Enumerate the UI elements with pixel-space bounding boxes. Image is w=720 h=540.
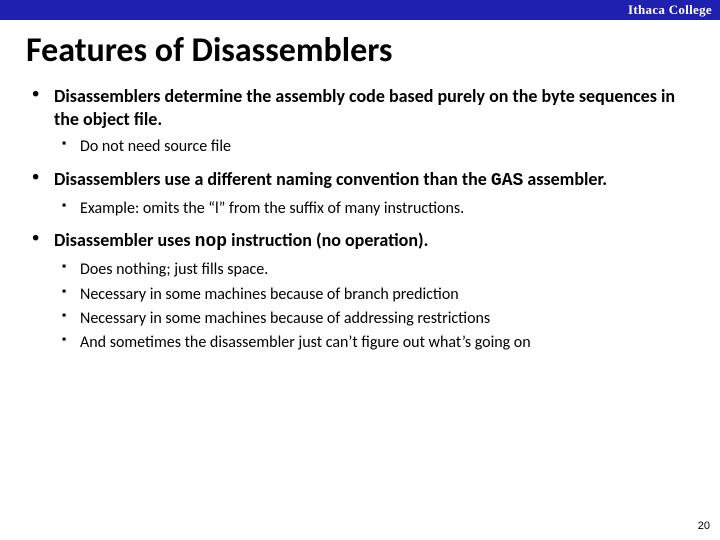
- bullet-3-sub-2: Necessary in some machines because of br…: [54, 285, 692, 305]
- bullet-2-code: GAS: [491, 171, 523, 191]
- bullet-3-text-b: instruction (no operation).: [231, 229, 428, 251]
- bullet-2-text-b: assembler.: [527, 168, 607, 190]
- bullet-3-code: nop: [195, 232, 227, 252]
- slide: Ithaca College Features of Disassemblers…: [0, 0, 720, 540]
- bullet-2-text-a: Disassemblers use a different naming con…: [54, 168, 491, 190]
- page-number: 20: [698, 520, 710, 532]
- header-bar: Ithaca College: [0, 0, 720, 20]
- bullet-1-sub-1: Do not need source file: [54, 137, 692, 157]
- bullet-3-sub-1: Does nothing; just fills space.: [54, 260, 692, 280]
- bullet-2: Disassemblers use a different naming con…: [28, 168, 692, 220]
- bullet-2-sub-1: Example: omits the “l” from the suffix o…: [54, 199, 692, 219]
- bullet-1: Disassemblers determine the assembly cod…: [28, 85, 692, 158]
- bullet-3-sub-4: And sometimes the disassembler just can’…: [54, 333, 692, 353]
- bullet-1-text: Disassemblers determine the assembly cod…: [54, 85, 675, 130]
- header-text: Ithaca College: [628, 2, 712, 18]
- bullet-3-sub-3: Necessary in some machines because of ad…: [54, 309, 692, 329]
- slide-title: Features of Disassemblers: [0, 20, 720, 85]
- bullet-3-text-a: Disassembler uses: [54, 229, 195, 251]
- content-area: Disassemblers determine the assembly cod…: [0, 85, 720, 354]
- bullet-3: Disassembler uses nop instruction (no op…: [28, 229, 692, 354]
